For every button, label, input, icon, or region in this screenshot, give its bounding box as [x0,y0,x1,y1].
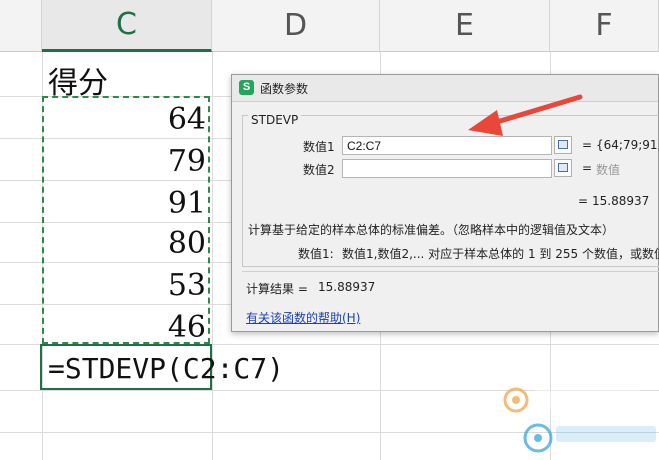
watermark-site-icon [523,423,656,453]
watermark-logo-icon [503,387,642,413]
